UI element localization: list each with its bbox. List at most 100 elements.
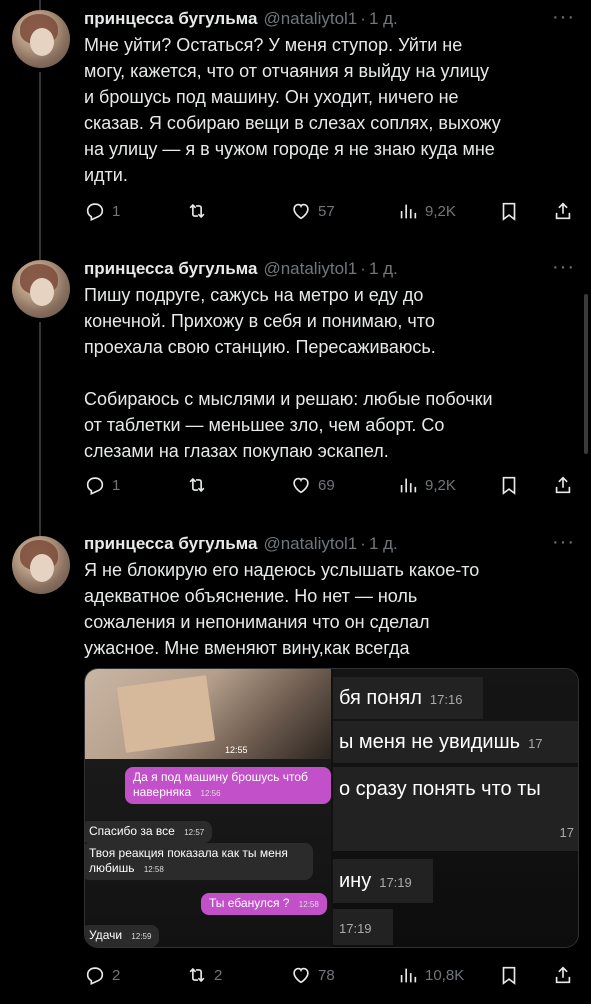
tweet-header: принцесса бугульма @nataliytol1 · 1 д. — [84, 259, 398, 279]
message-time: 12:57 — [184, 828, 205, 837]
views-count: 10,8K — [425, 966, 465, 984]
like-icon — [293, 967, 309, 984]
tweet[interactable]: принцесса бугульма @nataliytol1 · 1 д. ·… — [0, 528, 591, 1004]
chat-message: бя понял 17:16 — [333, 677, 483, 719]
tweet-time[interactable]: 1 д. — [369, 9, 398, 29]
chat-message: ы меня не увидишь 17 — [333, 721, 578, 763]
message-time: 17 — [559, 825, 574, 840]
reply-count: 1 — [112, 476, 121, 494]
share-button[interactable] — [552, 198, 574, 224]
author-handle[interactable]: @nataliytol1 — [263, 534, 357, 554]
avatar[interactable] — [12, 10, 70, 68]
share-button[interactable] — [552, 962, 574, 988]
avatar[interactable] — [12, 536, 70, 594]
chat-message-text: о сразу понять что ты — [339, 778, 541, 800]
retweet-button[interactable] — [186, 472, 214, 498]
bookmark-button[interactable] — [498, 472, 520, 498]
retweet-count: 2 — [214, 966, 223, 984]
like-count: 57 — [318, 202, 335, 220]
message-time: 12:56 — [200, 789, 221, 798]
retweet-icon — [189, 203, 205, 219]
author-handle[interactable]: @nataliytol1 — [263, 9, 357, 29]
thread-line — [39, 250, 41, 260]
message-time: 17 — [528, 736, 543, 751]
bookmark-icon — [502, 476, 516, 495]
tweet-header: принцесса бугульма @nataliytol1 · 1 д. — [84, 534, 398, 554]
author-name[interactable]: принцесса бугульма — [84, 9, 257, 29]
chat-message: ину 17:19 — [333, 859, 433, 903]
tweet-text: Пишу подруге, сажусь на метро и еду до к… — [84, 285, 493, 461]
message-time: 17:19 — [339, 921, 372, 936]
share-button[interactable] — [552, 472, 574, 498]
retweet-icon — [189, 967, 205, 983]
reply-button[interactable]: 2 — [84, 962, 120, 988]
more-icon[interactable]: ··· — [552, 7, 575, 27]
more-icon[interactable]: ··· — [552, 532, 575, 552]
chat-message-text: Спасибо за все — [89, 824, 175, 838]
chat-message-text: Удачи — [89, 928, 123, 942]
chat-message: Да я под машину брошусь чтоб наверняка 1… — [125, 767, 331, 804]
tweet[interactable]: принцесса бугульма @nataliytol1 · 1 д. ·… — [0, 250, 591, 528]
reply-button[interactable]: 1 — [84, 198, 120, 224]
author-name[interactable]: принцесса бугульма — [84, 259, 257, 279]
thread-line — [39, 72, 41, 250]
chat-message: Удачи 12:59 — [85, 925, 160, 947]
reply-button[interactable]: 1 — [84, 472, 120, 498]
tweet-time[interactable]: 1 д. — [369, 534, 398, 554]
like-button[interactable]: 57 — [290, 198, 335, 224]
chat-message-text: Твоя реакция показала как ты меня любишь — [89, 846, 288, 875]
share-icon — [555, 476, 571, 494]
views-button[interactable]: 10,8K — [397, 962, 464, 988]
chat-message: Твоя реакция показала как ты меня любишь… — [85, 843, 313, 880]
reply-icon — [86, 203, 104, 221]
message-time: 12:59 — [131, 932, 152, 941]
chat-screenshot-right[interactable]: бя понял 17:16 ы меня не увидишь 17 о сраз… — [333, 669, 578, 947]
action-bar: 1 69 9,2K — [84, 472, 579, 498]
retweet-button[interactable]: 2 — [186, 962, 222, 988]
tweet-text: Я не блокирую его надеюсь услышать какое… — [84, 560, 480, 658]
chat-message-text: ы меня не увидишь — [339, 731, 521, 753]
author-name[interactable]: принцесса бугульма — [84, 534, 257, 554]
like-button[interactable]: 78 — [290, 962, 335, 988]
views-icon — [400, 204, 417, 219]
message-time: 17:16 — [429, 692, 463, 707]
message-time: 12:55 — [225, 745, 248, 755]
tweet-media[interactable]: 12:55 Да я под машину брошусь чтоб навер… — [84, 668, 579, 948]
tweet-time[interactable]: 1 д. — [369, 259, 398, 279]
message-time: 12:58 — [298, 900, 319, 909]
chat-photo — [85, 669, 331, 759]
views-icon — [400, 968, 417, 983]
thread-line — [39, 322, 41, 528]
views-icon — [400, 478, 417, 493]
like-button[interactable]: 69 — [290, 472, 335, 498]
reply-count: 2 — [112, 966, 121, 984]
chat-screenshot-left[interactable]: 12:55 Да я под машину брошусь чтоб навер… — [85, 669, 331, 947]
thread-line — [39, 0, 41, 10]
avatar[interactable] — [12, 260, 70, 318]
bookmark-button[interactable] — [498, 962, 520, 988]
bookmark-button[interactable] — [498, 198, 520, 224]
bookmark-icon — [502, 202, 516, 221]
reply-icon — [86, 967, 104, 985]
action-bar: 1 57 9,2K — [84, 198, 579, 224]
retweet-icon — [189, 477, 205, 493]
more-icon[interactable]: ··· — [552, 257, 575, 277]
chat-message: о сразу понять что ты — [333, 767, 578, 811]
share-icon — [555, 202, 571, 220]
views-button[interactable]: 9,2K — [397, 472, 456, 498]
author-handle[interactable]: @nataliytol1 — [263, 259, 357, 279]
like-count: 78 — [318, 966, 335, 984]
chat-message: Спасибо за все 12:57 — [85, 821, 213, 843]
reply-icon — [86, 477, 104, 495]
retweet-button[interactable] — [186, 198, 214, 224]
message-time: 12:58 — [143, 865, 164, 874]
chat-message: 17:19 — [333, 909, 393, 945]
scrollbar[interactable] — [584, 294, 588, 454]
tweet[interactable]: принцесса бугульма @nataliytol1 · 1 д. ·… — [0, 0, 591, 250]
views-button[interactable]: 9,2K — [397, 198, 456, 224]
share-icon — [555, 966, 571, 984]
action-bar: 2 2 78 10,8K — [84, 962, 579, 988]
chat-message: Ты ебанулся ? 12:58 — [201, 893, 327, 915]
views-count: 9,2K — [425, 202, 456, 220]
like-count: 69 — [318, 476, 335, 494]
